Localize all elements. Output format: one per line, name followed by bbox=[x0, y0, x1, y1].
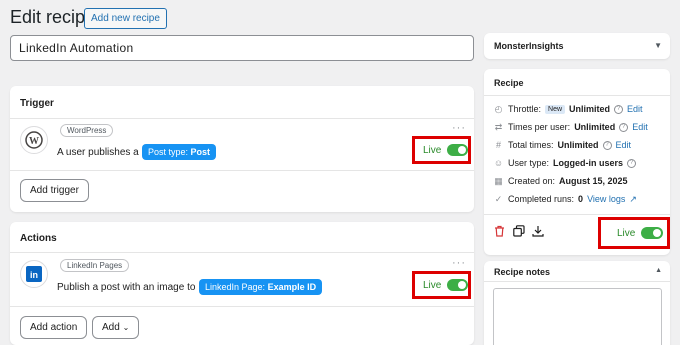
trigger-heading: Trigger bbox=[20, 98, 54, 109]
recipe-panel: Recipe ◴ Throttle: New Unlimited ? Edit … bbox=[484, 69, 670, 255]
status-label: Live bbox=[423, 279, 442, 291]
trash-icon[interactable] bbox=[494, 224, 505, 242]
times-per-user-row: ⇄ Times per user: Unlimited ? Edit bbox=[493, 118, 669, 136]
recipe-notes-panel: Recipe notes ▲ bbox=[484, 261, 670, 345]
calendar-icon: ▦ bbox=[494, 175, 503, 186]
runs-label: Completed runs: bbox=[508, 194, 575, 204]
status-label: Live bbox=[423, 144, 442, 156]
recipe-notes-heading: Recipe notes bbox=[494, 267, 551, 277]
throttle-value: Unlimited bbox=[569, 104, 611, 114]
integration-tag: WordPress bbox=[60, 124, 114, 137]
divider bbox=[10, 118, 474, 119]
throttle-row: ◴ Throttle: New Unlimited ? Edit bbox=[493, 100, 669, 118]
pill-value: Post bbox=[190, 147, 211, 157]
user-type-label: User type: bbox=[508, 158, 550, 168]
recipe-heading: Recipe bbox=[494, 78, 524, 88]
monsterinsights-label: MonsterInsights bbox=[494, 41, 564, 51]
help-icon[interactable]: ? bbox=[602, 140, 612, 150]
pill-key: Post type: bbox=[148, 147, 189, 157]
wordpress-icon: W bbox=[20, 126, 48, 154]
created-on-row: ▦ Created on: August 15, 2025 bbox=[493, 172, 669, 190]
user-type-row: ☺ User type: Logged-in users ? bbox=[493, 154, 669, 172]
monsterinsights-panel[interactable]: MonsterInsights ▼ bbox=[484, 33, 670, 59]
trigger-panel: Trigger W WordPress ··· A user publishes… bbox=[10, 86, 474, 212]
divider bbox=[484, 214, 670, 215]
chevron-down-icon: ⌄ bbox=[122, 323, 130, 332]
trigger-token-pill[interactable]: Post type: Post bbox=[142, 144, 217, 160]
action-sentence: Publish a post with an image to bbox=[57, 282, 196, 293]
divider bbox=[484, 95, 670, 96]
action-token-pill[interactable]: LinkedIn Page: Example ID bbox=[199, 279, 323, 295]
page-title: Edit recipe bbox=[10, 7, 96, 27]
times-per-user-label: Times per user: bbox=[508, 122, 571, 132]
download-icon[interactable] bbox=[532, 224, 544, 242]
divider bbox=[10, 252, 474, 253]
recipe-live-highlight: Live bbox=[598, 217, 670, 249]
caret-up-icon[interactable]: ▲ bbox=[655, 267, 662, 274]
recipe-details: ◴ Throttle: New Unlimited ? Edit ⇄ Times… bbox=[493, 100, 669, 208]
pill-value: Example ID bbox=[267, 282, 317, 292]
action-live-toggle[interactable] bbox=[447, 279, 468, 291]
total-times-row: # Total times: Unlimited ? Edit bbox=[493, 136, 669, 154]
svg-text:W: W bbox=[29, 136, 39, 147]
help-icon[interactable]: ? bbox=[614, 104, 624, 114]
caret-down-icon: ▼ bbox=[654, 41, 662, 50]
new-badge: New bbox=[545, 104, 566, 114]
add-trigger-button[interactable]: Add trigger bbox=[20, 179, 89, 202]
status-label: Live bbox=[617, 227, 636, 239]
external-link-icon[interactable]: ↗ bbox=[629, 194, 637, 205]
total-times-value: Unlimited bbox=[557, 140, 599, 150]
divider bbox=[484, 281, 670, 282]
user-icon: ☺ bbox=[493, 158, 504, 168]
trigger-live-highlight: Live bbox=[412, 136, 471, 164]
trigger-live-toggle[interactable] bbox=[447, 144, 468, 156]
recipe-notes-textarea[interactable] bbox=[493, 288, 662, 345]
pill-key: LinkedIn Page: bbox=[205, 282, 266, 292]
add-label: Add bbox=[102, 322, 120, 333]
runs-value: 0 bbox=[578, 194, 584, 204]
trigger-menu-icon[interactable]: ··· bbox=[452, 122, 466, 134]
created-label: Created on: bbox=[508, 176, 556, 186]
linkedin-icon: in bbox=[20, 260, 48, 288]
total-times-edit-link[interactable]: Edit bbox=[616, 140, 632, 150]
recipe-live-toggle[interactable] bbox=[641, 227, 664, 239]
divider bbox=[10, 170, 474, 171]
svg-text:in: in bbox=[30, 270, 38, 280]
hash-icon: # bbox=[495, 140, 501, 150]
times-per-user-value: Unlimited bbox=[574, 122, 616, 132]
repeat-icon: ⇄ bbox=[494, 121, 503, 132]
add-action-button[interactable]: Add action bbox=[20, 316, 88, 339]
actions-panel: Actions in LinkedIn Pages ··· Publish a … bbox=[10, 222, 474, 345]
created-value: August 15, 2025 bbox=[559, 176, 628, 186]
completed-runs-row: ✓ Completed runs: 0 View logs ↗ bbox=[493, 190, 669, 208]
gauge-icon: ◴ bbox=[494, 103, 503, 114]
help-icon[interactable]: ? bbox=[627, 158, 637, 168]
divider bbox=[10, 306, 474, 307]
throttle-edit-link[interactable]: Edit bbox=[627, 104, 643, 114]
help-icon[interactable]: ? bbox=[619, 122, 629, 132]
check-circle-icon: ✓ bbox=[494, 193, 503, 204]
times-per-user-edit-link[interactable]: Edit bbox=[632, 122, 648, 132]
integration-tag: LinkedIn Pages bbox=[60, 259, 130, 272]
view-logs-link[interactable]: View logs bbox=[587, 194, 625, 204]
user-type-value: Logged-in users bbox=[553, 158, 624, 168]
recipe-title-input[interactable]: LinkedIn Automation bbox=[10, 35, 474, 61]
total-times-label: Total times: bbox=[508, 140, 554, 150]
add-dropdown-button[interactable]: Add ⌄ bbox=[92, 316, 140, 339]
trigger-sentence: A user publishes a bbox=[57, 147, 139, 158]
action-live-highlight: Live bbox=[412, 271, 471, 299]
throttle-label: Throttle: bbox=[508, 104, 542, 114]
add-new-recipe-button[interactable]: Add new recipe bbox=[84, 8, 167, 29]
action-menu-icon[interactable]: ··· bbox=[452, 257, 466, 269]
copy-icon[interactable] bbox=[513, 224, 525, 242]
actions-heading: Actions bbox=[20, 233, 57, 244]
